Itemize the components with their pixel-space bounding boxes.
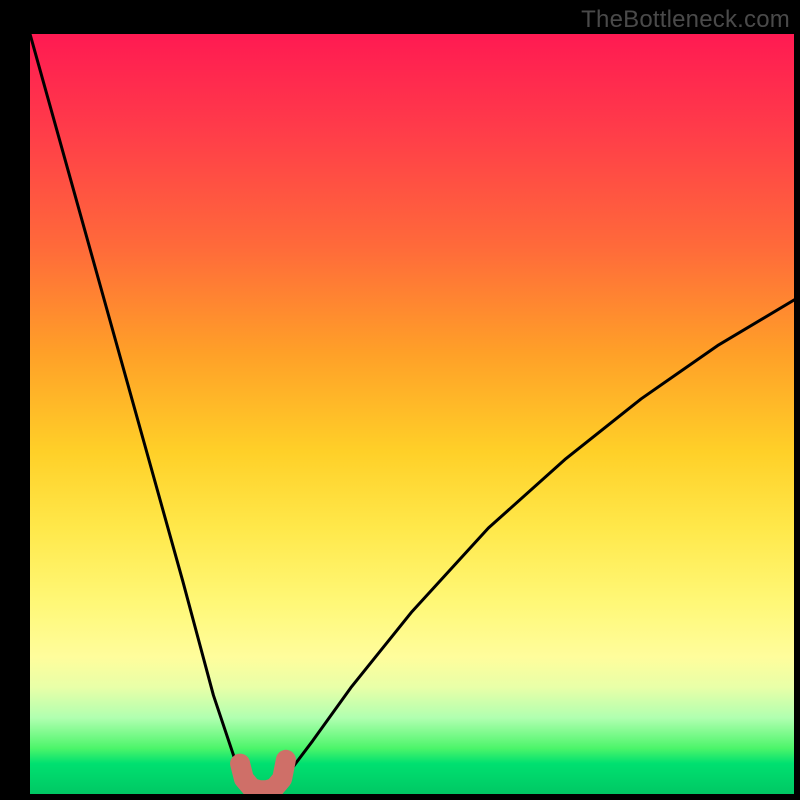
bottleneck-curve: [30, 34, 794, 794]
curve-marker: [240, 760, 286, 790]
chart-svg: [30, 34, 794, 794]
chart-frame: TheBottleneck.com: [0, 0, 800, 800]
watermark-text: TheBottleneck.com: [581, 6, 790, 34]
